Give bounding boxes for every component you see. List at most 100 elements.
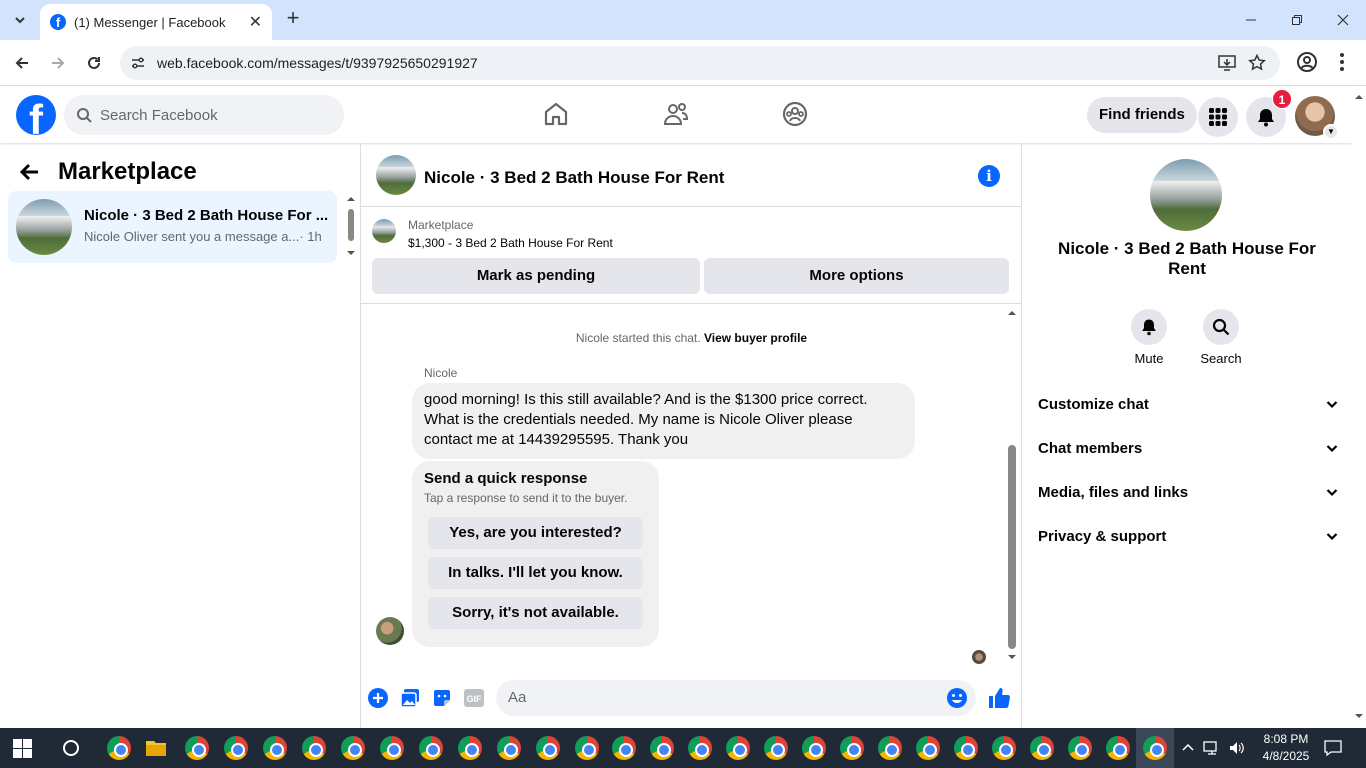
plus-circle-icon[interactable] — [368, 688, 388, 708]
conversation-preview: Nicole Oliver sent you a message a...· 1… — [84, 229, 322, 244]
install-app-icon[interactable] — [1218, 54, 1236, 72]
emoji-icon[interactable] — [946, 687, 968, 709]
conversation-item[interactable]: Nicole · 3 Bed 2 Bath House For ... Nico… — [8, 191, 337, 263]
thumbs-up-icon[interactable] — [987, 686, 1011, 710]
chat-title[interactable]: Nicole · 3 Bed 2 Bath House For Rent — [424, 168, 724, 188]
close-window-button[interactable] — [1328, 8, 1358, 32]
chat-members-item[interactable]: Chat members — [1038, 426, 1338, 470]
find-friends-button[interactable]: Find friends — [1087, 97, 1197, 133]
chrome-taskbar-icon[interactable] — [992, 736, 1016, 760]
facebook-search[interactable] — [64, 95, 344, 135]
notification-center-icon[interactable] — [1324, 739, 1342, 757]
facebook-logo-icon[interactable]: f — [16, 95, 56, 135]
search-input[interactable] — [100, 106, 300, 124]
privacy-support-item[interactable]: Privacy & support — [1038, 514, 1338, 558]
volume-icon[interactable] — [1228, 740, 1246, 756]
chrome-taskbar-icon[interactable] — [341, 736, 365, 760]
details-avatar[interactable] — [1150, 159, 1222, 231]
chrome-taskbar-icon[interactable] — [802, 736, 826, 760]
photo-icon[interactable] — [400, 688, 420, 708]
list-scrollbar[interactable] — [347, 195, 355, 257]
chat-avatar[interactable] — [376, 155, 416, 195]
mark-pending-button[interactable]: Mark as pending — [372, 258, 700, 294]
chrome-taskbar-icon[interactable] — [1143, 736, 1167, 760]
tab-search-button[interactable] — [8, 8, 32, 32]
page-scrollbar[interactable] — [1352, 87, 1366, 728]
chrome-taskbar-icon[interactable] — [878, 736, 902, 760]
chrome-taskbar-icon[interactable] — [419, 736, 443, 760]
mute-button[interactable]: Mute — [1119, 309, 1179, 366]
chrome-taskbar-icon[interactable] — [1106, 736, 1130, 760]
back-arrow-icon[interactable] — [20, 162, 40, 182]
gif-icon[interactable]: GIF — [464, 688, 484, 708]
message-input[interactable] — [508, 689, 908, 706]
chrome-taskbar-icon[interactable] — [536, 736, 560, 760]
chrome-taskbar-icon[interactable] — [224, 736, 248, 760]
chrome-taskbar-icon[interactable] — [688, 736, 712, 760]
network-icon[interactable] — [1203, 740, 1221, 756]
chrome-taskbar-icon[interactable] — [1030, 736, 1054, 760]
back-button[interactable] — [10, 51, 34, 75]
address-bar[interactable]: web.facebook.com/messages/t/939792565029… — [120, 46, 1280, 80]
clock-time[interactable]: 8:08 PM — [1257, 732, 1315, 746]
chrome-taskbar-icon[interactable] — [302, 736, 326, 760]
chrome-taskbar-icon[interactable] — [107, 736, 131, 760]
media-files-links-item[interactable]: Media, files and links — [1038, 470, 1338, 514]
site-info-icon — [132, 57, 144, 69]
home-icon[interactable] — [543, 101, 569, 127]
browser-tab-strip: f (1) Messenger | Facebook ✕ + — [0, 0, 1366, 40]
chrome-taskbar-icon[interactable] — [263, 736, 287, 760]
close-icon — [1337, 14, 1349, 26]
chrome-taskbar-icon[interactable] — [185, 736, 209, 760]
more-options-button[interactable]: More options — [704, 258, 1009, 294]
clock-date[interactable]: 4/8/2025 — [1257, 749, 1315, 763]
search-circle-icon[interactable] — [62, 739, 80, 757]
search-chat-button[interactable]: Search — [1191, 309, 1251, 366]
message-bubble[interactable]: good morning! Is this still available? A… — [412, 383, 915, 459]
sender-name: Nicole — [424, 366, 458, 380]
listing-price-title[interactable]: $1,300 - 3 Bed 2 Bath House For Rent — [408, 236, 613, 250]
info-icon[interactable]: i — [978, 165, 1000, 187]
view-buyer-profile-link[interactable]: View buyer profile — [704, 331, 807, 345]
chrome-taskbar-icon[interactable] — [764, 736, 788, 760]
chrome-taskbar-icon[interactable] — [650, 736, 674, 760]
chrome-taskbar-icon[interactable] — [954, 736, 978, 760]
chrome-taskbar-icon[interactable] — [840, 736, 864, 760]
quick-response-option[interactable]: In talks. I'll let you know. — [428, 557, 643, 589]
sender-avatar[interactable] — [376, 617, 404, 645]
menu-button[interactable] — [1198, 97, 1238, 137]
quick-response-option[interactable]: Yes, are you interested? — [428, 517, 643, 549]
quick-response-option[interactable]: Sorry, it's not available. — [428, 597, 643, 629]
sticker-icon[interactable] — [432, 688, 452, 708]
friends-icon[interactable] — [663, 101, 689, 127]
chevron-up-icon[interactable] — [1182, 742, 1194, 754]
chrome-taskbar-icon[interactable] — [1068, 736, 1092, 760]
groups-icon[interactable] — [782, 101, 808, 127]
chrome-taskbar-icon[interactable] — [575, 736, 599, 760]
reload-button[interactable] — [82, 51, 106, 75]
file-explorer-icon[interactable] — [145, 738, 167, 758]
chrome-taskbar-icon[interactable] — [380, 736, 404, 760]
chrome-taskbar-icon[interactable] — [726, 736, 750, 760]
forward-button[interactable] — [46, 51, 70, 75]
listing-thumbnail[interactable] — [372, 219, 396, 243]
chrome-taskbar-icon[interactable] — [497, 736, 521, 760]
message-input-container[interactable] — [496, 680, 976, 716]
minimize-button[interactable] — [1236, 8, 1266, 32]
profile-icon[interactable] — [1296, 51, 1318, 73]
windows-start-icon[interactable] — [13, 739, 33, 759]
restore-button[interactable] — [1282, 8, 1312, 32]
chrome-taskbar-icon[interactable] — [458, 736, 482, 760]
new-tab-button[interactable]: + — [282, 7, 304, 30]
customize-chat-item[interactable]: Customize chat — [1038, 382, 1338, 426]
close-tab-icon[interactable]: ✕ — [249, 12, 262, 32]
chrome-taskbar-icon[interactable] — [612, 736, 636, 760]
account-avatar[interactable]: ▼ — [1295, 96, 1339, 140]
restore-icon — [1292, 15, 1302, 25]
chevron-down-icon — [1326, 533, 1338, 541]
browser-menu-icon[interactable] — [1334, 51, 1350, 73]
browser-tab[interactable]: f (1) Messenger | Facebook ✕ — [40, 4, 272, 40]
bookmark-star-icon[interactable] — [1248, 54, 1266, 72]
chrome-taskbar-icon[interactable] — [916, 736, 940, 760]
chat-scrollbar[interactable] — [1006, 305, 1018, 670]
